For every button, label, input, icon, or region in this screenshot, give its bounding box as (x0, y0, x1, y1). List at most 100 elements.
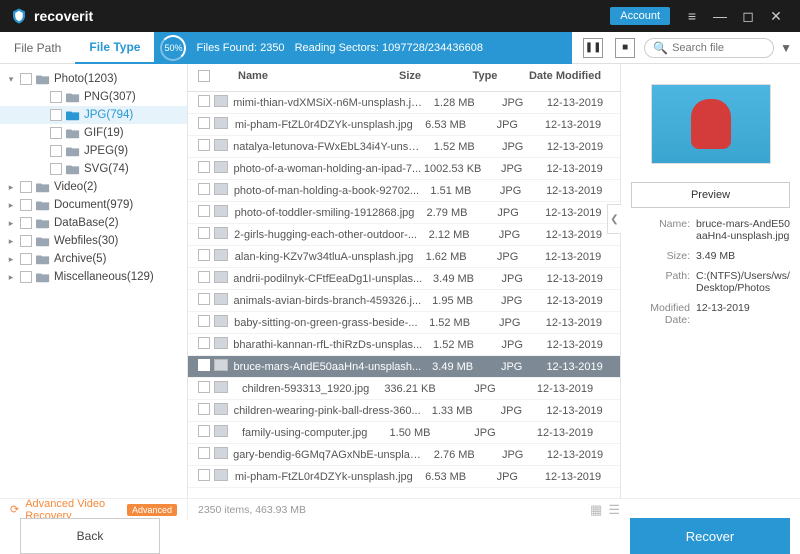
row-checkbox[interactable] (198, 403, 210, 415)
col-date[interactable]: Date Modified (520, 70, 610, 85)
filter-icon[interactable]: ▼ (780, 41, 792, 55)
preview-button[interactable]: Preview (631, 182, 790, 208)
row-checkbox[interactable] (198, 183, 210, 195)
checkbox[interactable] (20, 253, 32, 265)
tree-item[interactable]: ▸Document(979) (0, 196, 187, 214)
maximize-icon[interactable]: ◻ (734, 8, 762, 25)
row-checkbox[interactable] (198, 469, 210, 481)
chevron-icon[interactable]: ▸ (6, 272, 16, 283)
table-row[interactable]: gary-bendig-6GMq7AGxNbE-unsplas...2.76 M… (188, 444, 620, 466)
table-row[interactable]: animals-avian-birds-branch-459326.j...1.… (188, 290, 620, 312)
table-row[interactable]: photo-of-a-woman-holding-an-ipad-7...100… (188, 158, 620, 180)
tab-file-path[interactable]: File Path (0, 32, 75, 64)
checkbox[interactable] (50, 145, 62, 157)
file-type: JPG (485, 141, 540, 153)
row-checkbox[interactable] (198, 95, 210, 107)
chevron-icon[interactable]: ▸ (6, 254, 16, 265)
back-button[interactable]: Back (20, 518, 160, 554)
list-body[interactable]: mimi-thian-vdXMSiX-n6M-unsplash.jpg1.28 … (188, 92, 620, 498)
collapse-preview-icon[interactable]: ❮ (607, 204, 621, 234)
row-checkbox[interactable] (198, 447, 210, 459)
tree-item[interactable]: JPEG(9) (0, 142, 187, 160)
table-row[interactable]: bruce-mars-AndE50aaHn4-unsplash...3.49 M… (188, 356, 620, 378)
col-size[interactable]: Size (370, 70, 450, 85)
tab-file-type[interactable]: File Type (75, 32, 154, 64)
tree-item[interactable]: ▸DataBase(2) (0, 214, 187, 232)
tree-item[interactable]: JPG(794) (0, 106, 187, 124)
row-checkbox[interactable] (198, 271, 210, 283)
table-row[interactable]: 2-girls-hugging-each-other-outdoor-...2.… (188, 224, 620, 246)
checkbox[interactable] (20, 217, 32, 229)
table-row[interactable]: mimi-thian-vdXMSiX-n6M-unsplash.jpg1.28 … (188, 92, 620, 114)
table-row[interactable]: children-wearing-pink-ball-dress-360...1… (188, 400, 620, 422)
checkbox[interactable] (50, 91, 62, 103)
table-row[interactable]: alan-king-KZv7w34tluA-unsplash.jpg1.62 M… (188, 246, 620, 268)
chevron-icon[interactable]: ▸ (6, 182, 16, 193)
row-checkbox[interactable] (198, 249, 210, 261)
view-grid-icon[interactable]: ▦ (590, 502, 602, 518)
chevron-icon[interactable]: ▸ (6, 236, 16, 247)
row-checkbox[interactable] (198, 381, 210, 393)
tree-item[interactable]: ▸Video(2) (0, 178, 187, 196)
checkbox[interactable] (50, 109, 62, 121)
row-checkbox[interactable] (198, 425, 210, 437)
row-checkbox[interactable] (198, 337, 210, 349)
checkbox[interactable] (20, 271, 32, 283)
checkbox[interactable] (20, 235, 32, 247)
row-checkbox[interactable] (198, 139, 210, 151)
table-row[interactable]: photo-of-man-holding-a-book-92702...1.51… (188, 180, 620, 202)
chevron-icon[interactable] (36, 110, 46, 120)
col-type[interactable]: Type (450, 70, 520, 85)
checkbox[interactable] (50, 163, 62, 175)
row-checkbox[interactable] (198, 359, 210, 371)
table-row[interactable]: family-using-computer.jpg1.50 MBJPG12-13… (188, 422, 620, 444)
table-row[interactable]: bharathi-kannan-rfL-thiRzDs-unsplas...1.… (188, 334, 620, 356)
checkbox[interactable] (20, 181, 32, 193)
table-row[interactable]: baby-sitting-on-green-grass-beside-...1.… (188, 312, 620, 334)
table-row[interactable]: mi-pham-FtZL0r4DZYk-unsplash.jpg6.53 MBJ… (188, 114, 620, 136)
chevron-icon[interactable]: ▸ (6, 218, 16, 229)
pause-button[interactable]: ❚❚ (583, 38, 603, 58)
row-checkbox[interactable] (198, 227, 210, 239)
checkbox[interactable] (20, 199, 32, 211)
chevron-icon[interactable]: ▾ (6, 74, 16, 85)
table-row[interactable]: photo-of-toddler-smiling-1912868.jpg2.79… (188, 202, 620, 224)
chevron-icon[interactable] (36, 128, 46, 138)
search-input[interactable] (672, 42, 762, 54)
tree-item[interactable]: SVG(74) (0, 160, 187, 178)
row-checkbox[interactable] (198, 315, 210, 327)
table-row[interactable]: andrii-podilnyk-CFtfEeaDg1I-unsplas...3.… (188, 268, 620, 290)
view-list-icon[interactable]: ☰ (608, 502, 620, 518)
account-button[interactable]: Account (610, 7, 670, 25)
row-checkbox[interactable] (198, 117, 210, 129)
checkbox[interactable] (50, 127, 62, 139)
tree-item[interactable]: ▸Miscellaneous(129) (0, 268, 187, 286)
row-checkbox[interactable] (198, 205, 210, 217)
table-row[interactable]: children-593313_1920.jpg336.21 KBJPG12-1… (188, 378, 620, 400)
search-box[interactable]: 🔍 (644, 38, 774, 58)
tree-item[interactable]: GIF(19) (0, 124, 187, 142)
advanced-video-recovery[interactable]: ⟳ Advanced Video Recovery Advanced (0, 499, 188, 520)
table-row[interactable]: natalya-letunova-FWxEbL34i4Y-unspl...1.5… (188, 136, 620, 158)
tree-item[interactable]: ▸Archive(5) (0, 250, 187, 268)
tree-item[interactable]: ▸Webfiles(30) (0, 232, 187, 250)
tree-item[interactable]: PNG(307) (0, 88, 187, 106)
col-name[interactable]: Name (238, 70, 370, 85)
checkbox[interactable] (20, 73, 32, 85)
chevron-icon[interactable] (36, 164, 46, 174)
stop-button[interactable]: ■ (615, 38, 635, 58)
select-all-checkbox[interactable] (198, 70, 210, 82)
minimize-icon[interactable]: — (706, 8, 734, 24)
table-row[interactable]: mi-pham-FtZL0r4DZYk-unsplash.jpg6.53 MBJ… (188, 466, 620, 488)
toolbar: File Path File Type 50% Files Found: 235… (0, 32, 800, 64)
row-checkbox[interactable] (198, 161, 210, 173)
recover-button[interactable]: Recover (630, 518, 790, 554)
close-icon[interactable]: ✕ (762, 8, 790, 25)
row-checkbox[interactable] (198, 293, 210, 305)
chevron-icon[interactable]: ▸ (6, 200, 16, 211)
tree-label: SVG(74) (84, 163, 129, 175)
chevron-icon[interactable] (36, 92, 46, 102)
chevron-icon[interactable] (36, 146, 46, 156)
tree-item[interactable]: ▾Photo(1203) (0, 70, 187, 88)
menu-icon[interactable]: ≡ (678, 8, 706, 24)
